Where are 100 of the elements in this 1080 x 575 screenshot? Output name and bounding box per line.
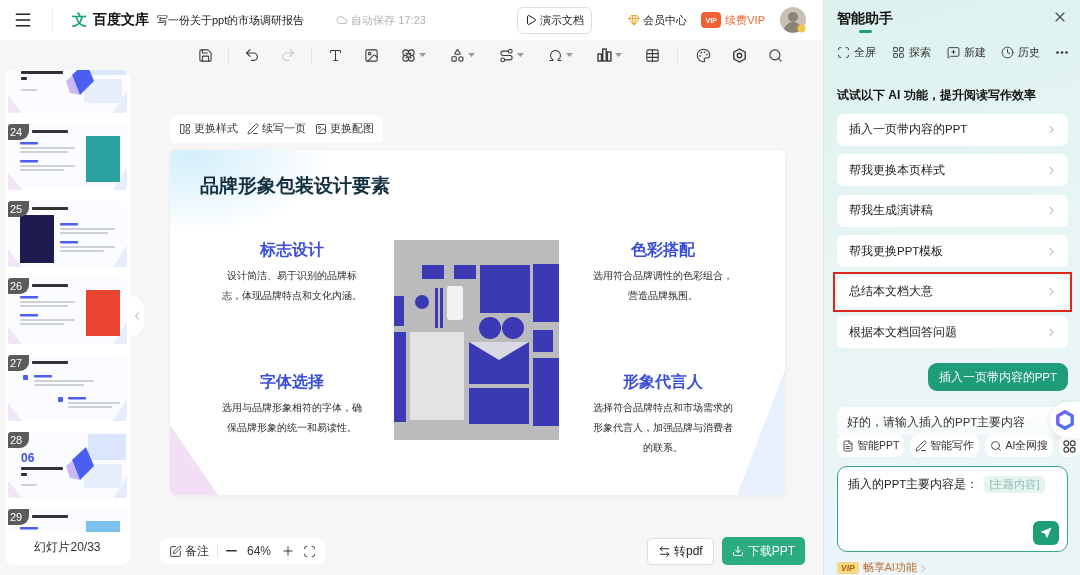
triangle-shape <box>113 476 127 498</box>
triangle-shape <box>8 95 22 113</box>
avatar-button[interactable] <box>780 7 806 33</box>
table-icon <box>644 47 660 63</box>
triangle-shape <box>113 399 127 421</box>
document-icon <box>842 440 854 453</box>
slide-thumbnail[interactable]: 24 <box>8 124 127 190</box>
note-icon <box>169 544 182 558</box>
text-lines-drawing <box>21 467 63 486</box>
caret-icon <box>615 53 622 57</box>
caret-icon <box>419 53 426 57</box>
image-icon <box>363 47 379 63</box>
text-lines-drawing <box>20 515 68 530</box>
panel-action-button[interactable]: 新建 <box>946 45 986 61</box>
section-heading: 字体选择 <box>260 372 324 392</box>
caret-icon <box>468 53 475 57</box>
slide-thumbnail[interactable]: 25 <box>8 201 127 267</box>
present-button[interactable]: 演示文档 <box>517 6 593 34</box>
panel-action-button[interactable]: 全屏 <box>837 45 876 61</box>
shapes-icon <box>450 47 465 63</box>
bar-chart-icon <box>597 48 612 62</box>
user-message: 插入一页带内容的PPT <box>927 363 1068 392</box>
slide-thumbnail[interactable]: 26 <box>8 278 127 344</box>
autosave-status: 自动保存 17:23 <box>351 12 426 28</box>
bullet-icon <box>23 375 28 380</box>
triangle-shape <box>8 403 22 421</box>
section-text: 选择符合品牌特点和市场需求的形象代言人，加强品牌与消费者的联系。 <box>592 401 734 455</box>
omega-icon <box>548 47 563 63</box>
suggestion-item[interactable]: 根据本文档回答问题 <box>837 316 1068 349</box>
panel-action-button[interactable]: 探索 <box>891 45 931 61</box>
slide-number: 25 <box>8 201 29 217</box>
panel-action-button[interactable]: 历史 <box>1001 45 1041 61</box>
tool-chip[interactable]: 智能写作 <box>910 435 980 458</box>
search-icon <box>990 440 1003 453</box>
triangle-shape <box>113 245 127 267</box>
tool-chip[interactable]: AI全网搜 <box>985 435 1054 458</box>
chapter-number: 06 <box>21 451 35 465</box>
triangle-shape <box>113 322 127 344</box>
slide-number: 24 <box>8 124 29 140</box>
save-icon <box>197 47 213 63</box>
more-icon <box>1056 51 1068 55</box>
fit-button[interactable] <box>303 544 317 558</box>
vip-badge: VIP <box>837 562 859 574</box>
avatar-icon <box>780 7 806 33</box>
triangle-shape <box>113 168 127 190</box>
section-text: 选用与品牌形象相符的字体，确保品牌形象的统一和易读性。 <box>221 401 363 435</box>
suggestion-item[interactable]: 帮我更换PPT模板 <box>837 235 1068 268</box>
logo-mark: 文 <box>72 10 87 30</box>
text-lines-drawing <box>20 284 75 325</box>
section-heading: 标志设计 <box>260 240 324 260</box>
caret-icon <box>566 53 573 57</box>
slide-number: 28 <box>8 432 29 448</box>
collapse-handle[interactable] <box>130 295 144 336</box>
notes-button[interactable]: 备注 <box>169 542 209 560</box>
suggestion-item[interactable]: 总结本文档大意 <box>837 275 1068 308</box>
layout-icon <box>179 123 191 135</box>
section-heading: 色彩搭配 <box>631 240 695 260</box>
slide-counter: 幻灯片20/33 <box>33 539 102 556</box>
zoom-in-button[interactable] <box>281 544 296 558</box>
swap-icon <box>657 544 671 558</box>
suggestion-item[interactable]: 插入一页带内容的PPT <box>837 113 1068 146</box>
minus-icon <box>226 550 237 552</box>
undo-icon <box>244 47 260 63</box>
fullscreen-icon <box>837 46 850 60</box>
slide-thumbnail[interactable]: 29 <box>8 509 127 532</box>
suggestion-item[interactable]: 帮我更换本页样式 <box>837 154 1068 187</box>
triangle-shape <box>170 425 218 495</box>
section-heading: 形象代言人 <box>623 372 703 392</box>
slide-thumbnail[interactable]: 27 <box>8 355 127 421</box>
menu-button[interactable] <box>13 10 33 30</box>
suggestion-item[interactable]: 帮我生成演讲稿 <box>837 194 1068 227</box>
member-center-link[interactable]: 会员中心 <box>628 12 688 28</box>
convert-pdf-button[interactable]: 转pdf <box>646 537 714 565</box>
text-lines-drawing <box>20 130 75 171</box>
tool-chip[interactable]: 智能PPT <box>837 435 905 458</box>
route-icon <box>499 47 514 63</box>
menu-icon <box>13 10 33 30</box>
assistant-float-button[interactable] <box>1050 402 1080 438</box>
text-icon <box>327 47 343 63</box>
slide-thumbnail[interactable]: 06 28 <box>8 432 127 498</box>
fit-screen-icon <box>303 544 317 558</box>
send-button[interactable] <box>1033 521 1059 545</box>
chat-plus-icon <box>946 46 960 60</box>
ai-features-link[interactable]: 畅享AI功能 <box>862 561 929 575</box>
palette-icon <box>695 47 711 63</box>
more-button[interactable] <box>1056 51 1068 55</box>
ring-logo-icon <box>1055 410 1075 430</box>
redo-icon <box>280 47 296 63</box>
message-input-field[interactable]: 插入的PPT主要内容是： [主题内容] <box>837 466 1068 552</box>
triangle-shape <box>113 91 127 113</box>
slide-title: 品牌形象包装设计要素 <box>200 174 390 198</box>
play-icon <box>525 14 538 26</box>
brand-name: 百度文库 <box>93 11 149 29</box>
slide-tool-button[interactable]: 更换配图 <box>315 122 374 136</box>
text-lines-drawing <box>21 71 63 91</box>
settings-icon <box>731 47 747 63</box>
pen-icon <box>247 123 259 135</box>
flower-icon <box>401 47 416 63</box>
slide-tool-button[interactable]: 更换样式 <box>179 122 238 136</box>
slide-tool-button[interactable]: 续写一页 <box>247 122 306 136</box>
